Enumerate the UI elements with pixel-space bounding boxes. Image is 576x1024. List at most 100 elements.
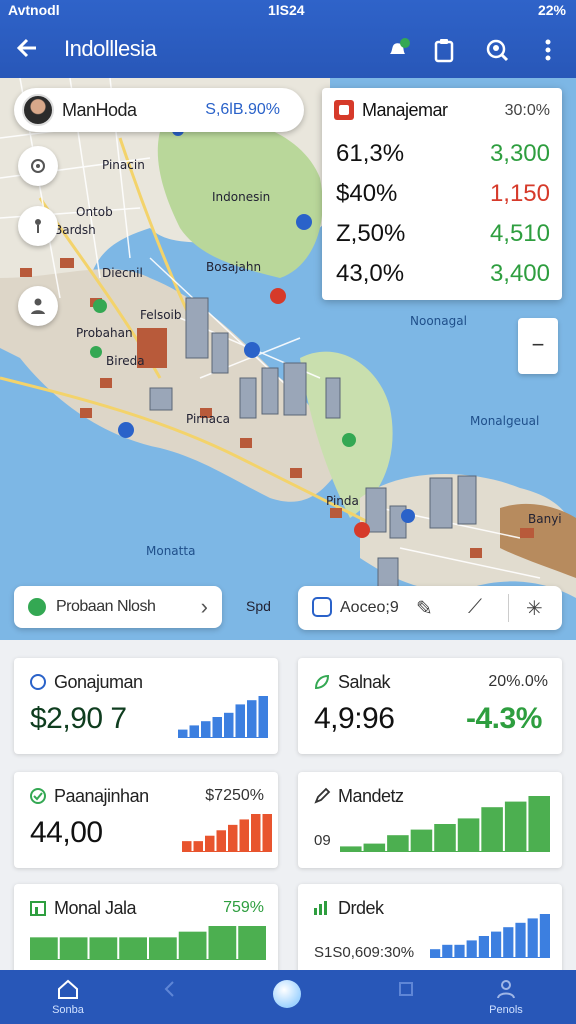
map-label-bosajahn: Bosajahn: [206, 260, 262, 274]
chart-bar: [189, 725, 199, 738]
card-title: Salnak: [338, 672, 391, 692]
my-location-button[interactable]: [18, 146, 58, 186]
battery-label: 22%: [537, 2, 566, 18]
card-percent: $7250%: [205, 787, 264, 804]
mini-bar-chart: [340, 796, 550, 852]
location-pill[interactable]: ManHoda S,6lB.90%: [14, 88, 304, 132]
more-menu-icon[interactable]: [534, 36, 562, 64]
crosshair-icon: [31, 159, 45, 173]
chart-bar: [387, 835, 409, 852]
nav-profile-label: Penols: [489, 1004, 523, 1016]
chart-bar: [149, 937, 177, 960]
chart-bar: [363, 843, 386, 852]
app-header: Avtnodl 1lS24 22% Indolllesia: [0, 0, 576, 78]
map-label-diecnil: Diecnil: [102, 266, 143, 280]
chevron-left-icon: [164, 981, 174, 997]
chart-bar: [239, 819, 249, 852]
stats-row-label: Z,50%: [336, 220, 406, 247]
card-drdek[interactable]: Drdek S1S0,609:30%: [298, 884, 562, 980]
nav-profile[interactable]: Penols: [466, 976, 546, 1016]
stats-row-label: 43,0%: [336, 260, 405, 287]
toolbar-label: Aoceo;9: [340, 599, 399, 616]
chart-bar: [193, 841, 203, 852]
nav-back[interactable]: [130, 976, 210, 1004]
nav-square[interactable]: [366, 976, 446, 1004]
card-value: 4,9:96: [314, 702, 395, 735]
mini-bar-chart: [178, 696, 268, 738]
map-label-barah: Bardsh: [54, 223, 96, 237]
nav-home-label: Sonba: [52, 1004, 84, 1016]
card-title: Gonajuman: [54, 672, 143, 692]
stats-row: $40% 1,150: [336, 180, 550, 210]
mini-bar-chart: [182, 814, 272, 852]
chart-bar: [30, 937, 58, 960]
home-icon: [58, 979, 78, 999]
map-label-monajpual: Monalgeual: [470, 414, 540, 428]
map-label-monatta: Monatta: [146, 544, 196, 558]
back-arrow-icon[interactable]: [14, 34, 46, 66]
clipboard-icon[interactable]: [430, 36, 458, 64]
edit-pencil-icon[interactable]: ✎: [416, 596, 433, 621]
map-label-ontob: Ontob: [76, 205, 113, 219]
chart-bar: [481, 807, 503, 852]
card-gonajuman[interactable]: Gonajuman $2,90 7: [14, 658, 278, 754]
map-label-pinacin: Pinacin: [102, 158, 145, 172]
chart-bar: [205, 835, 215, 852]
chart-bar: [454, 944, 465, 958]
snowflake-icon[interactable]: ✳: [526, 596, 543, 621]
chart-bar: [238, 926, 266, 960]
chart-bar: [119, 937, 147, 960]
card-salnak[interactable]: Salnak 20%.0% 4,9:96 -4.3%: [298, 658, 562, 754]
card-title: Monal Jala: [54, 898, 137, 918]
clock: 1lS24: [268, 2, 305, 18]
stats-row-label: $40%: [336, 180, 398, 207]
ruler-icon[interactable]: ⟋: [468, 596, 482, 619]
stats-row: 61,3% 3,300: [336, 140, 550, 170]
user-search-icon[interactable]: [482, 36, 510, 64]
chart-bar: [182, 841, 192, 852]
chart-bar: [527, 918, 538, 958]
chart-bar: [442, 944, 453, 958]
chart-bar: [228, 824, 238, 852]
compass-icon[interactable]: [312, 597, 332, 617]
map-label-pinda: Pinda: [326, 494, 359, 508]
route-pill[interactable]: Probaan Nlosh ›: [14, 586, 222, 628]
map-label-bireda: Bireda: [106, 354, 145, 368]
pin-button[interactable]: [18, 206, 58, 246]
chart-bar: [466, 940, 477, 958]
card-change: -4.3%: [466, 702, 542, 735]
zoom-button[interactable]: −: [518, 318, 558, 374]
stats-panel-title: Manajemar: [362, 100, 448, 120]
toolbar-divider: [508, 594, 509, 622]
map-label-felsoib: Felsoib: [140, 308, 182, 322]
chart-bar: [457, 818, 480, 852]
leaf-icon: [28, 598, 46, 616]
chart-bar: [340, 846, 362, 852]
card-value: $2,90 7: [30, 702, 127, 735]
chart-bar: [178, 729, 188, 738]
stats-row: 43,0% 3,400: [336, 260, 550, 290]
card-monal-jala[interactable]: Monal Jala 759%: [14, 884, 278, 980]
chart-bar: [504, 801, 527, 852]
chart-bar: [224, 712, 234, 738]
stats-row-value: 4,510: [489, 220, 550, 247]
person-icon: [497, 980, 515, 999]
nav-center-button[interactable]: [273, 980, 301, 1008]
square-icon: [399, 982, 413, 996]
chart-bar: [491, 931, 502, 958]
map-view[interactable]: Pinacin Indonesin Ontob Bardsh Diecnil B…: [0, 78, 576, 640]
card-paanajinhan[interactable]: Paanajinhan $7250% 44,00: [14, 772, 278, 868]
bar-chart-icon: [28, 898, 48, 918]
stats-row: Z,50% 4,510: [336, 220, 550, 250]
profile-button[interactable]: [18, 286, 58, 326]
notification-bell-icon[interactable]: [384, 36, 412, 64]
stats-row-value: 3,400: [489, 260, 550, 287]
nav-home[interactable]: Sonba: [28, 976, 108, 1016]
pen-icon: [312, 786, 332, 806]
card-subvalue: 09: [314, 832, 331, 849]
card-mandetz[interactable]: Mandetz 09: [298, 772, 562, 868]
map-toolbar: Aoceo;9 ✎ ⟋ ✳: [298, 586, 562, 630]
stats-row-value: 1,150: [489, 180, 550, 207]
person-icon: [31, 298, 45, 314]
map-label-pirnaca: Pirnaca: [186, 412, 230, 426]
